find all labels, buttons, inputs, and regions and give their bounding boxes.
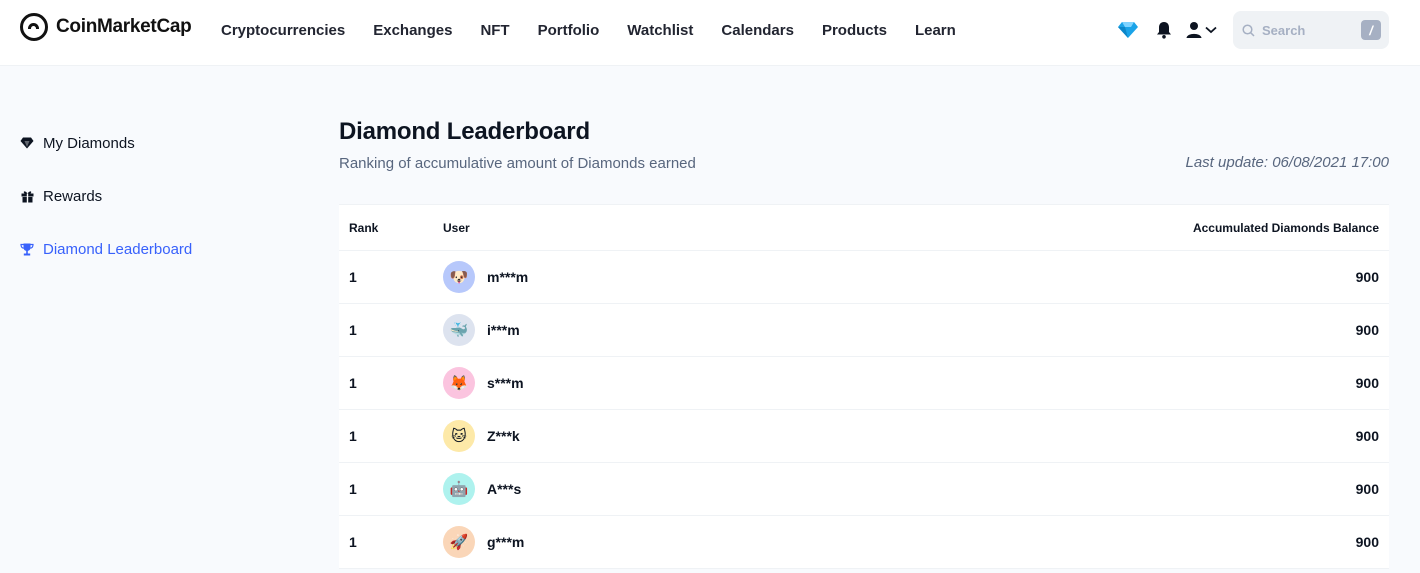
user-cell: 🐶 m***m xyxy=(443,261,1089,293)
sidebar-item-rewards[interactable]: Rewards xyxy=(20,175,280,217)
page-title: Diamond Leaderboard xyxy=(339,118,590,145)
balance-cell: 900 xyxy=(1355,322,1379,338)
brand-logo[interactable]: CoinMarketCap xyxy=(20,13,192,41)
balance-cell: 900 xyxy=(1355,428,1379,444)
sidebar-item-diamond-leaderboard[interactable]: Diamond Leaderboard xyxy=(20,228,280,270)
balance-cell: 900 xyxy=(1355,534,1379,550)
table-row: 1 🐳 i***m 900 xyxy=(339,304,1389,357)
nav-exchanges[interactable]: Exchanges xyxy=(373,22,452,39)
sidebar: My Diamonds Rewards Diamond Leaderboard xyxy=(20,122,280,281)
last-update-timestamp: Last update: 06/08/2021 17:00 xyxy=(1185,154,1389,171)
username: i***m xyxy=(487,322,520,338)
username: Z***k xyxy=(487,428,520,444)
user-cell: 🐳 i***m xyxy=(443,314,1089,346)
sidebar-item-label: My Diamonds xyxy=(43,134,135,152)
main-nav: Cryptocurrencies Exchanges NFT Portfolio… xyxy=(221,0,984,60)
rank-cell: 1 xyxy=(349,322,357,338)
gift-icon xyxy=(20,189,34,203)
nav-products[interactable]: Products xyxy=(822,22,887,39)
rank-cell: 1 xyxy=(349,269,357,285)
table-row: 1 🤖 A***s 900 xyxy=(339,463,1389,516)
diamond-icon xyxy=(20,136,34,150)
username: A***s xyxy=(487,481,522,497)
column-header-rank[interactable]: Rank xyxy=(339,221,443,235)
sidebar-item-label: Rewards xyxy=(43,187,103,205)
balance-cell: 900 xyxy=(1355,269,1379,285)
nav-portfolio[interactable]: Portfolio xyxy=(538,22,600,39)
coinmarketcap-logo-icon xyxy=(20,13,48,41)
nav-nft[interactable]: NFT xyxy=(480,22,509,39)
diamond-icon[interactable] xyxy=(1117,19,1139,41)
username: g***m xyxy=(487,534,525,550)
column-header-user: User xyxy=(443,220,470,235)
username: s***m xyxy=(487,375,524,391)
user-cell: 🚀 g***m xyxy=(443,526,1089,558)
avatar: 🦊 xyxy=(443,367,475,399)
rank-cell: 1 xyxy=(349,428,357,444)
user-cell: 🦊 s***m xyxy=(443,367,1089,399)
user-icon[interactable] xyxy=(1183,19,1205,41)
nav-calendars[interactable]: Calendars xyxy=(721,22,794,39)
avatar: 🐶 xyxy=(443,261,475,293)
search-icon xyxy=(1242,23,1255,37)
table-row: 1 🚀 g***m 900 xyxy=(339,516,1389,569)
rank-cell: 1 xyxy=(349,481,357,497)
table-row: 1 🐶 m***m 900 xyxy=(339,251,1389,304)
search-input[interactable] xyxy=(1260,21,1359,39)
user-cell: 🤖 A***s xyxy=(443,473,1089,505)
search-shortcut-key: / xyxy=(1361,20,1381,40)
rank-cell: 1 xyxy=(349,375,357,391)
column-header-balance[interactable]: Accumulated Diamonds Balance xyxy=(1089,221,1389,235)
avatar: 🐳 xyxy=(443,314,475,346)
nav-cryptocurrencies[interactable]: Cryptocurrencies xyxy=(221,22,345,39)
sidebar-item-label: Diamond Leaderboard xyxy=(43,240,193,258)
table-row: 1 🦊 s***m 900 xyxy=(339,357,1389,410)
main-content: Diamond Leaderboard Ranking of accumulat… xyxy=(339,118,1389,569)
nav-learn[interactable]: Learn xyxy=(915,22,956,39)
avatar: 🚀 xyxy=(443,526,475,558)
user-cell: 🐱 Z***k xyxy=(443,420,1089,452)
search-box[interactable]: / xyxy=(1233,11,1389,49)
bell-icon[interactable] xyxy=(1153,19,1175,41)
top-navigation-bar: CoinMarketCap Cryptocurrencies Exchanges… xyxy=(0,0,1420,66)
avatar: 🤖 xyxy=(443,473,475,505)
avatar: 🐱 xyxy=(443,420,475,452)
leaderboard-table: Rank User Accumulated Diamonds Balance 1… xyxy=(339,204,1389,569)
brand-name: CoinMarketCap xyxy=(56,16,192,37)
balance-cell: 900 xyxy=(1355,375,1379,391)
table-row: 1 🐱 Z***k 900 xyxy=(339,410,1389,463)
chevron-down-icon[interactable] xyxy=(1204,19,1218,41)
trophy-icon xyxy=(20,242,34,256)
balance-cell: 900 xyxy=(1355,481,1379,497)
rank-cell: 1 xyxy=(349,534,357,550)
nav-watchlist[interactable]: Watchlist xyxy=(627,22,693,39)
sidebar-item-my-diamonds[interactable]: My Diamonds xyxy=(20,122,280,164)
table-header-row: Rank User Accumulated Diamonds Balance xyxy=(339,204,1389,251)
username: m***m xyxy=(487,269,529,285)
